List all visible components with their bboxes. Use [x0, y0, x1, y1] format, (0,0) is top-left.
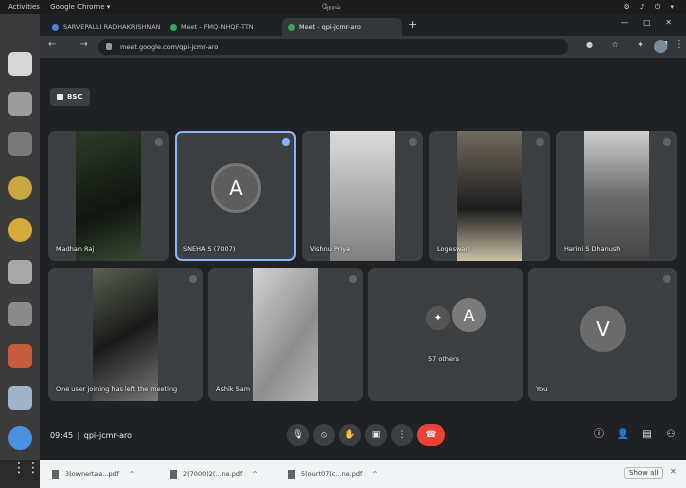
- chat-icon[interactable]: ▤: [640, 428, 654, 442]
- participant-tile[interactable]: Madhan Raj: [48, 131, 169, 261]
- avatar: A: [452, 298, 486, 332]
- address-bar: ← → ⟳ meet.google.com/qpi-jcmr-aro ● ☆ ✦…: [40, 36, 686, 58]
- people-icon[interactable]: 👤: [616, 428, 630, 442]
- speaking-icon: [282, 138, 290, 146]
- more-options-button[interactable]: ⋮: [391, 424, 413, 446]
- document-viewer-icon[interactable]: [8, 386, 32, 410]
- pdf-file-icon: [288, 469, 295, 479]
- raise-hand-button[interactable]: ✋: [339, 424, 361, 446]
- meeting-info: 09:45 | qpi-jcmr-aro: [50, 431, 133, 440]
- mic-icon: [663, 138, 671, 146]
- chrome-icon[interactable]: [8, 426, 32, 450]
- software-center-icon[interactable]: [8, 344, 32, 368]
- download-item[interactable]: 3(ownertaa...pdf ^: [52, 466, 134, 482]
- notes-icon[interactable]: [8, 302, 32, 326]
- tab-radhakrishnan[interactable]: SARVEPALLI RADHAKRISHNAN: [46, 18, 162, 36]
- mic-icon: [349, 275, 357, 283]
- participant-tile[interactable]: Logeswari: [429, 131, 550, 261]
- window-controls[interactable]: — ▢ ✕: [621, 18, 678, 27]
- participant-video: [76, 131, 141, 261]
- participant-video: [93, 268, 158, 401]
- tab-meet-active[interactable]: Meet - qpi-jcmr-aro: [282, 18, 402, 36]
- system-clock[interactable]: நேரம்: [322, 0, 341, 14]
- dock: ⋮⋮: [0, 14, 40, 476]
- recorder-icon[interactable]: [8, 260, 32, 284]
- room-icon: [57, 94, 63, 100]
- mic-icon: [155, 138, 163, 146]
- avatar: A: [211, 163, 261, 213]
- settings-icon[interactable]: [8, 218, 32, 242]
- calendar-icon[interactable]: [8, 132, 32, 156]
- text-editor-icon[interactable]: [8, 92, 32, 116]
- participant-tile[interactable]: One user joining has left the meeting: [48, 268, 203, 401]
- url-text: meet.google.com/qpi-jcmr-aro: [120, 43, 219, 51]
- mic-icon: [663, 275, 671, 283]
- lock-icon: [106, 43, 112, 50]
- tab-bar: SARVEPALLI RADHAKRISHNAN Meet - FMQ-NHQF…: [40, 14, 686, 36]
- participant-tile[interactable]: A SNEHA S (7007): [175, 131, 296, 261]
- chevron-up-icon: ^: [252, 470, 258, 478]
- app-menu[interactable]: Google Chrome ▾: [50, 3, 110, 11]
- mic-icon: [409, 138, 417, 146]
- app-icon[interactable]: [8, 176, 32, 200]
- participant-video: [253, 268, 318, 401]
- meet-favicon-icon: [288, 23, 295, 31]
- close-icon[interactable]: ✕: [670, 467, 677, 476]
- download-bar: 3(ownertaa...pdf ^ 2(7000)2(...ne.pdf ^ 5(…: [40, 460, 686, 488]
- mic-toggle-button[interactable]: 🎙: [287, 424, 309, 446]
- show-applications-icon[interactable]: ⋮⋮: [12, 460, 40, 476]
- participant-video: [584, 131, 649, 261]
- meet-stage: BSC Madhan Raj A SNEHA S (7007) Vishnu P…: [40, 58, 686, 460]
- mic-icon: [536, 138, 544, 146]
- chrome-menu-icon[interactable]: ⋮: [674, 39, 684, 50]
- participant-tile[interactable]: A ✦ 57 others: [368, 268, 523, 401]
- present-button[interactable]: ▣: [365, 424, 387, 446]
- end-call-button[interactable]: ☎: [417, 424, 445, 446]
- pdf-file-icon: [170, 469, 177, 479]
- info-icon[interactable]: ⓘ: [592, 428, 606, 442]
- files-icon[interactable]: [8, 52, 32, 76]
- mic-icon: [189, 275, 197, 283]
- avatar: ✦: [426, 306, 450, 330]
- avatar: V: [580, 306, 626, 352]
- download-item[interactable]: 2(7000)2(...ne.pdf ^: [170, 466, 258, 482]
- system-top-bar: Activities Google Chrome ▾ நேரம் ⚙ ♪ ⏻ ▾: [0, 0, 686, 14]
- favicon-icon: [52, 23, 59, 31]
- pdf-file-icon: [52, 469, 59, 479]
- participant-tile[interactable]: Vishnu Priya: [302, 131, 423, 261]
- tab-meet-1[interactable]: Meet - FMQ-NHQF-TTN: [164, 18, 280, 36]
- participant-tile[interactable]: V You: [528, 268, 677, 401]
- activities-icon[interactable]: ⚇: [664, 428, 678, 442]
- participant-tile[interactable]: Ashik Sam: [208, 268, 363, 401]
- meet-favicon-icon: [170, 23, 177, 31]
- show-all-button[interactable]: Show all: [624, 467, 664, 479]
- profile-avatar[interactable]: [654, 40, 667, 53]
- participant-tile[interactable]: Harini S Dhanush: [556, 131, 677, 261]
- camera-toggle-button[interactable]: ⦸: [313, 424, 335, 446]
- chevron-up-icon: ^: [129, 470, 135, 478]
- activities-button[interactable]: Activities: [8, 3, 40, 11]
- download-item[interactable]: 5(ourt07(c...ne.pdf ^: [288, 466, 378, 482]
- chevron-up-icon: ^: [372, 470, 378, 478]
- participant-video: [457, 131, 522, 261]
- room-label[interactable]: BSC: [50, 88, 90, 106]
- participant-video: [330, 131, 395, 261]
- system-indicators[interactable]: ⚙ ♪ ⏻ ▾: [624, 0, 678, 14]
- new-tab-button[interactable]: +: [408, 18, 417, 31]
- omnibox[interactable]: meet.google.com/qpi-jcmr-aro: [98, 39, 568, 55]
